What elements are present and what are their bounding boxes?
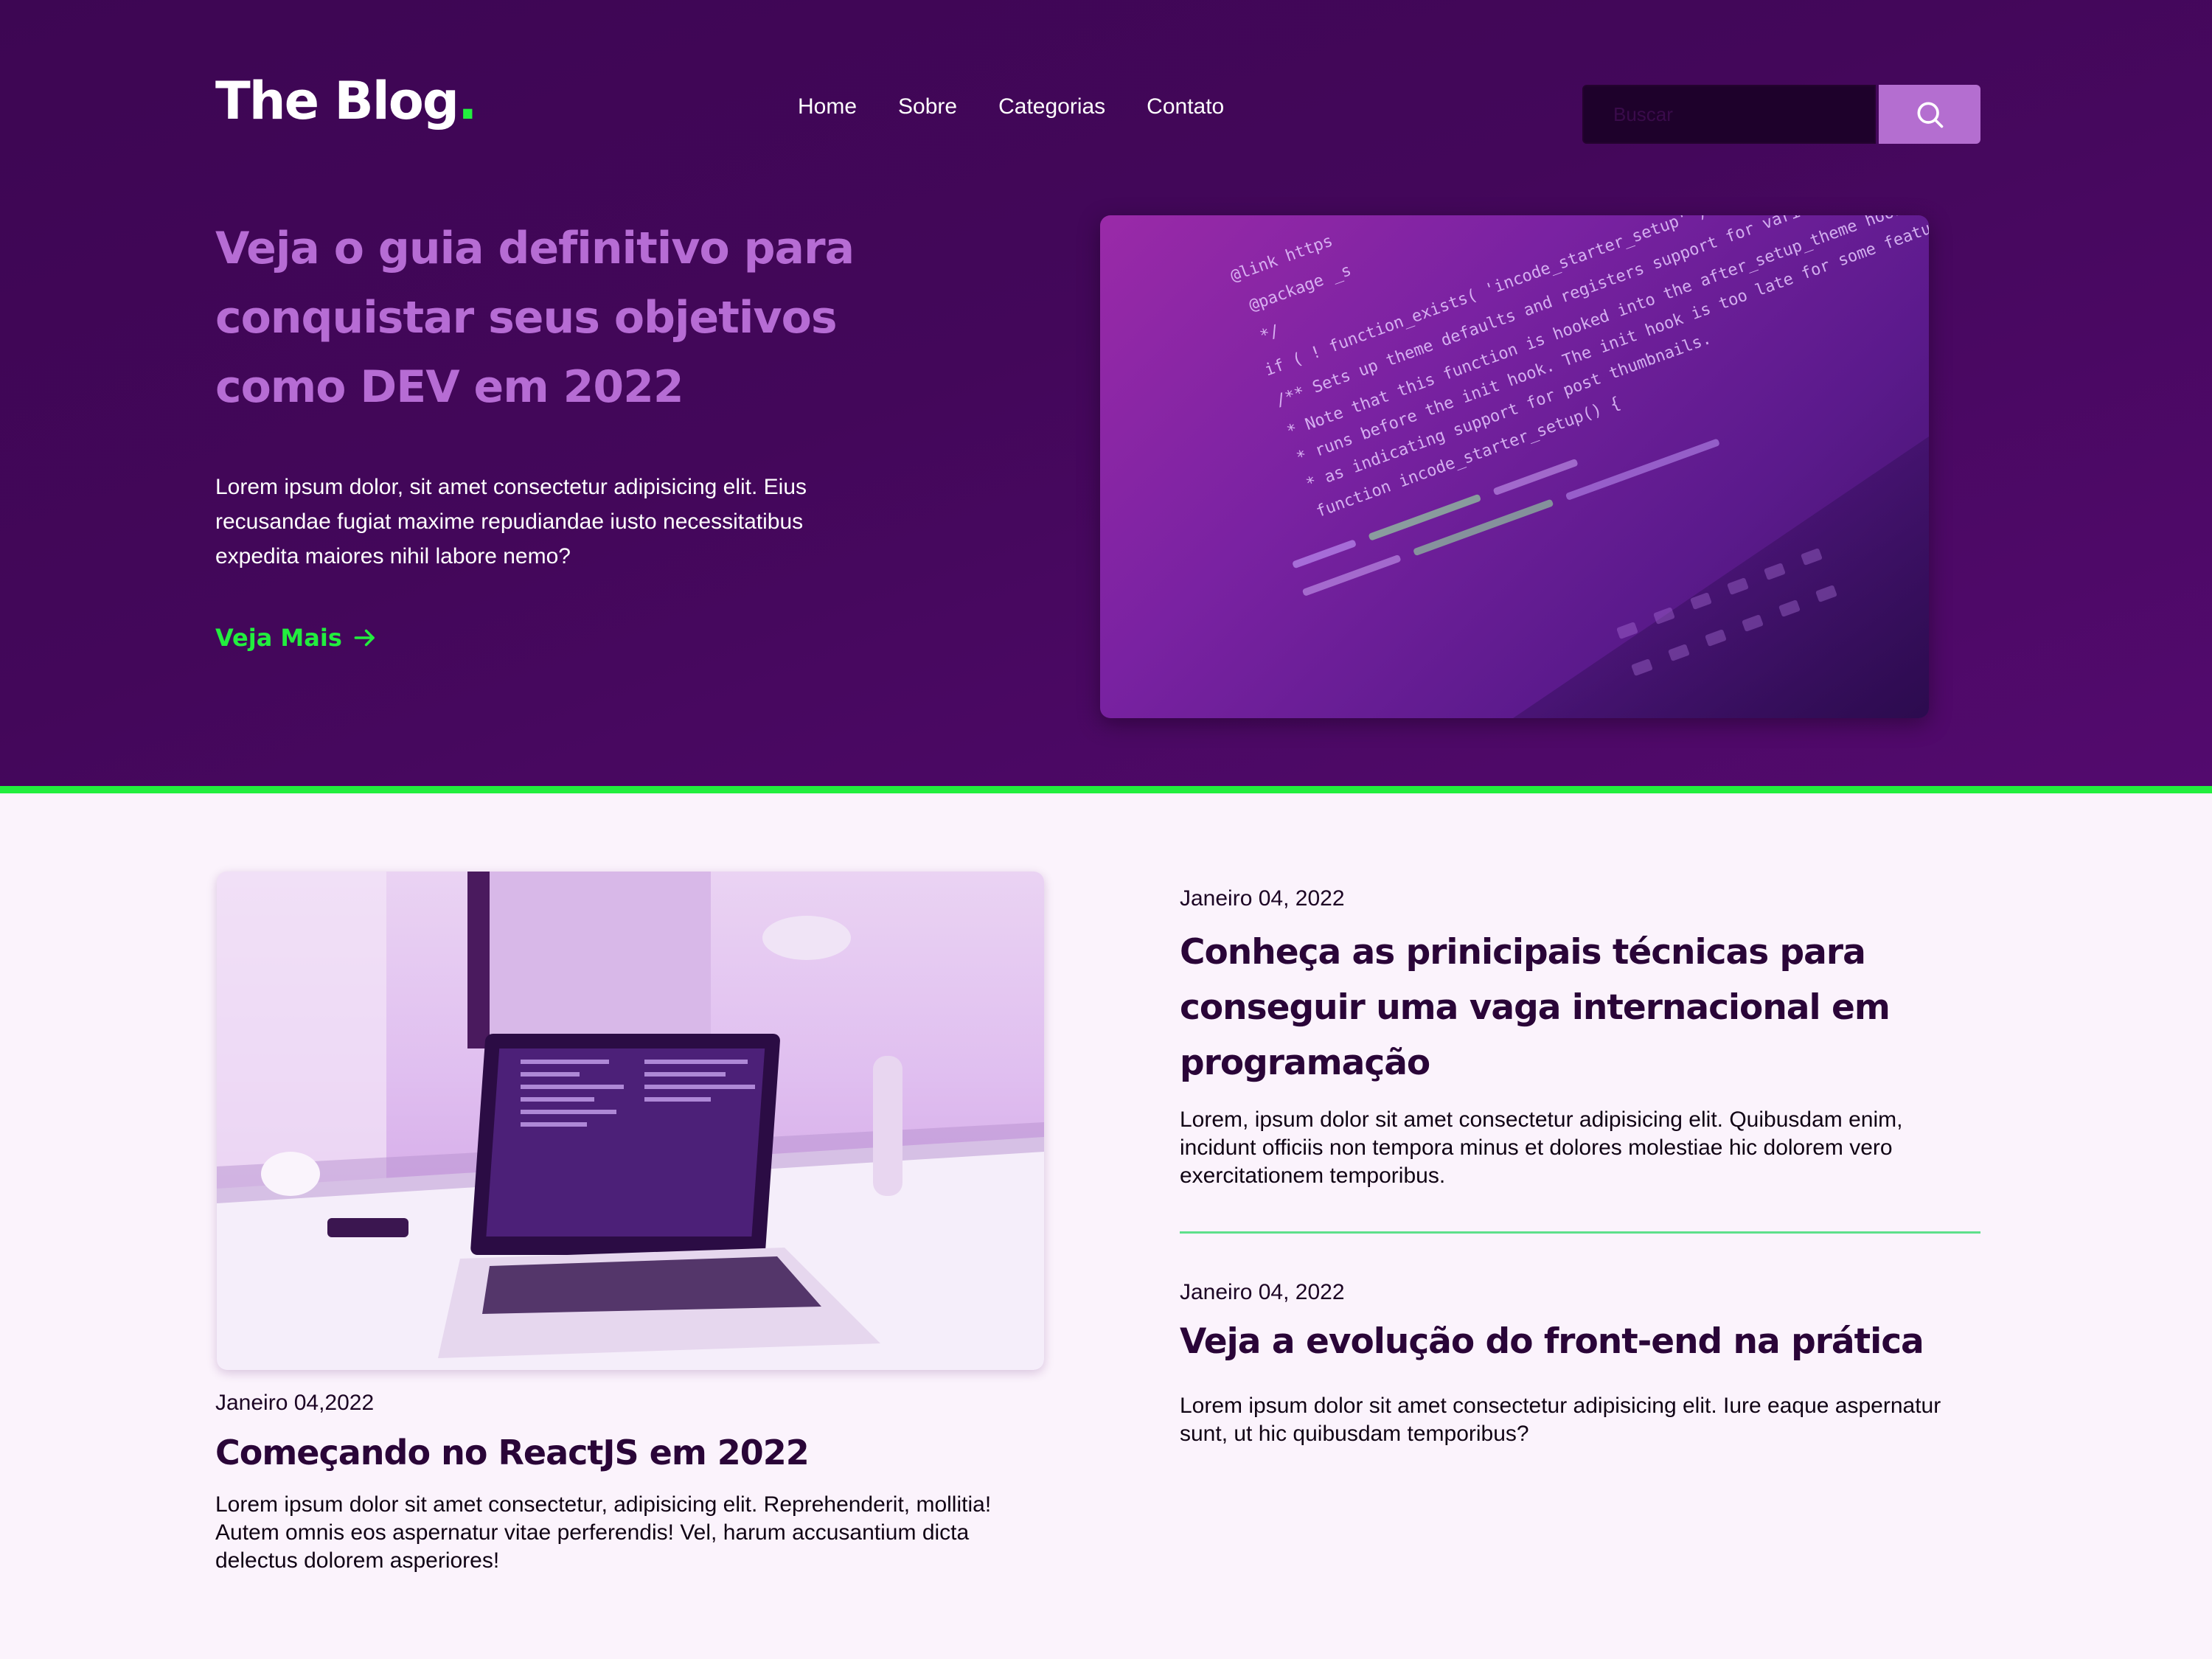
- logo-dot: .: [457, 71, 478, 131]
- logo[interactable]: The Blog.: [215, 71, 478, 131]
- arrow-right-icon: [354, 629, 375, 647]
- hero-text: Lorem ipsum dolor, sit amet consectetur …: [215, 475, 807, 568]
- featured-post-image[interactable]: [217, 872, 1044, 1370]
- hero-title: Veja o guia definitivo para conquistar s…: [215, 223, 855, 413]
- post-divider: [1180, 1231, 1980, 1234]
- search-button[interactable]: [1879, 85, 1980, 144]
- posts-section: Janeiro 04,2022 Começando no ReactJS em …: [0, 793, 2212, 1659]
- nav-home[interactable]: Home: [798, 94, 857, 119]
- laptop-desk-illustration: [217, 872, 1044, 1370]
- featured-post-title[interactable]: Começando no ReactJS em 2022: [215, 1429, 1041, 1476]
- side-post-1-date: Janeiro 04, 2022: [1180, 886, 1345, 911]
- hero-code-image: @link https @package _s */ if ( ! functi…: [1100, 215, 1929, 718]
- nav-contato[interactable]: Contato: [1147, 94, 1224, 119]
- side-post-2-title[interactable]: Veja a evolução do front-end na prática: [1180, 1318, 1998, 1366]
- featured-post-excerpt: Lorem ipsum dolor sit amet consectetur, …: [215, 1492, 992, 1573]
- side-post-2-excerpt: Lorem ipsum dolor sit amet consectetur a…: [1180, 1394, 1941, 1446]
- side-post-1-excerpt: Lorem, ipsum dolor sit amet consectetur …: [1180, 1107, 1903, 1188]
- featured-post-date: Janeiro 04,2022: [215, 1391, 375, 1415]
- side-post-1-title[interactable]: Conheça as prinicipais técnicas para con…: [1180, 925, 1998, 1091]
- veja-mais-link[interactable]: Veja Mais: [215, 624, 379, 652]
- nav-sobre[interactable]: Sobre: [898, 94, 957, 119]
- veja-mais-label: Veja Mais: [215, 624, 342, 652]
- code-line: */: [1258, 321, 1282, 346]
- side-post-2-date: Janeiro 04, 2022: [1180, 1280, 1345, 1304]
- search-input[interactable]: [1582, 85, 1876, 144]
- search-form: [1582, 85, 1980, 144]
- code-line: /** Sets up theme defaults and registers…: [1273, 215, 1830, 411]
- logo-text: The Blog: [215, 71, 459, 131]
- hero-section: The Blog. Home Sobre Categorias Contato …: [0, 0, 2212, 793]
- main-nav: Home Sobre Categorias Contato: [798, 94, 1224, 119]
- code-screen-illustration: @link https @package _s */ if ( ! functi…: [1228, 215, 1929, 718]
- search-icon: [1917, 102, 1944, 128]
- nav-categorias[interactable]: Categorias: [998, 94, 1105, 119]
